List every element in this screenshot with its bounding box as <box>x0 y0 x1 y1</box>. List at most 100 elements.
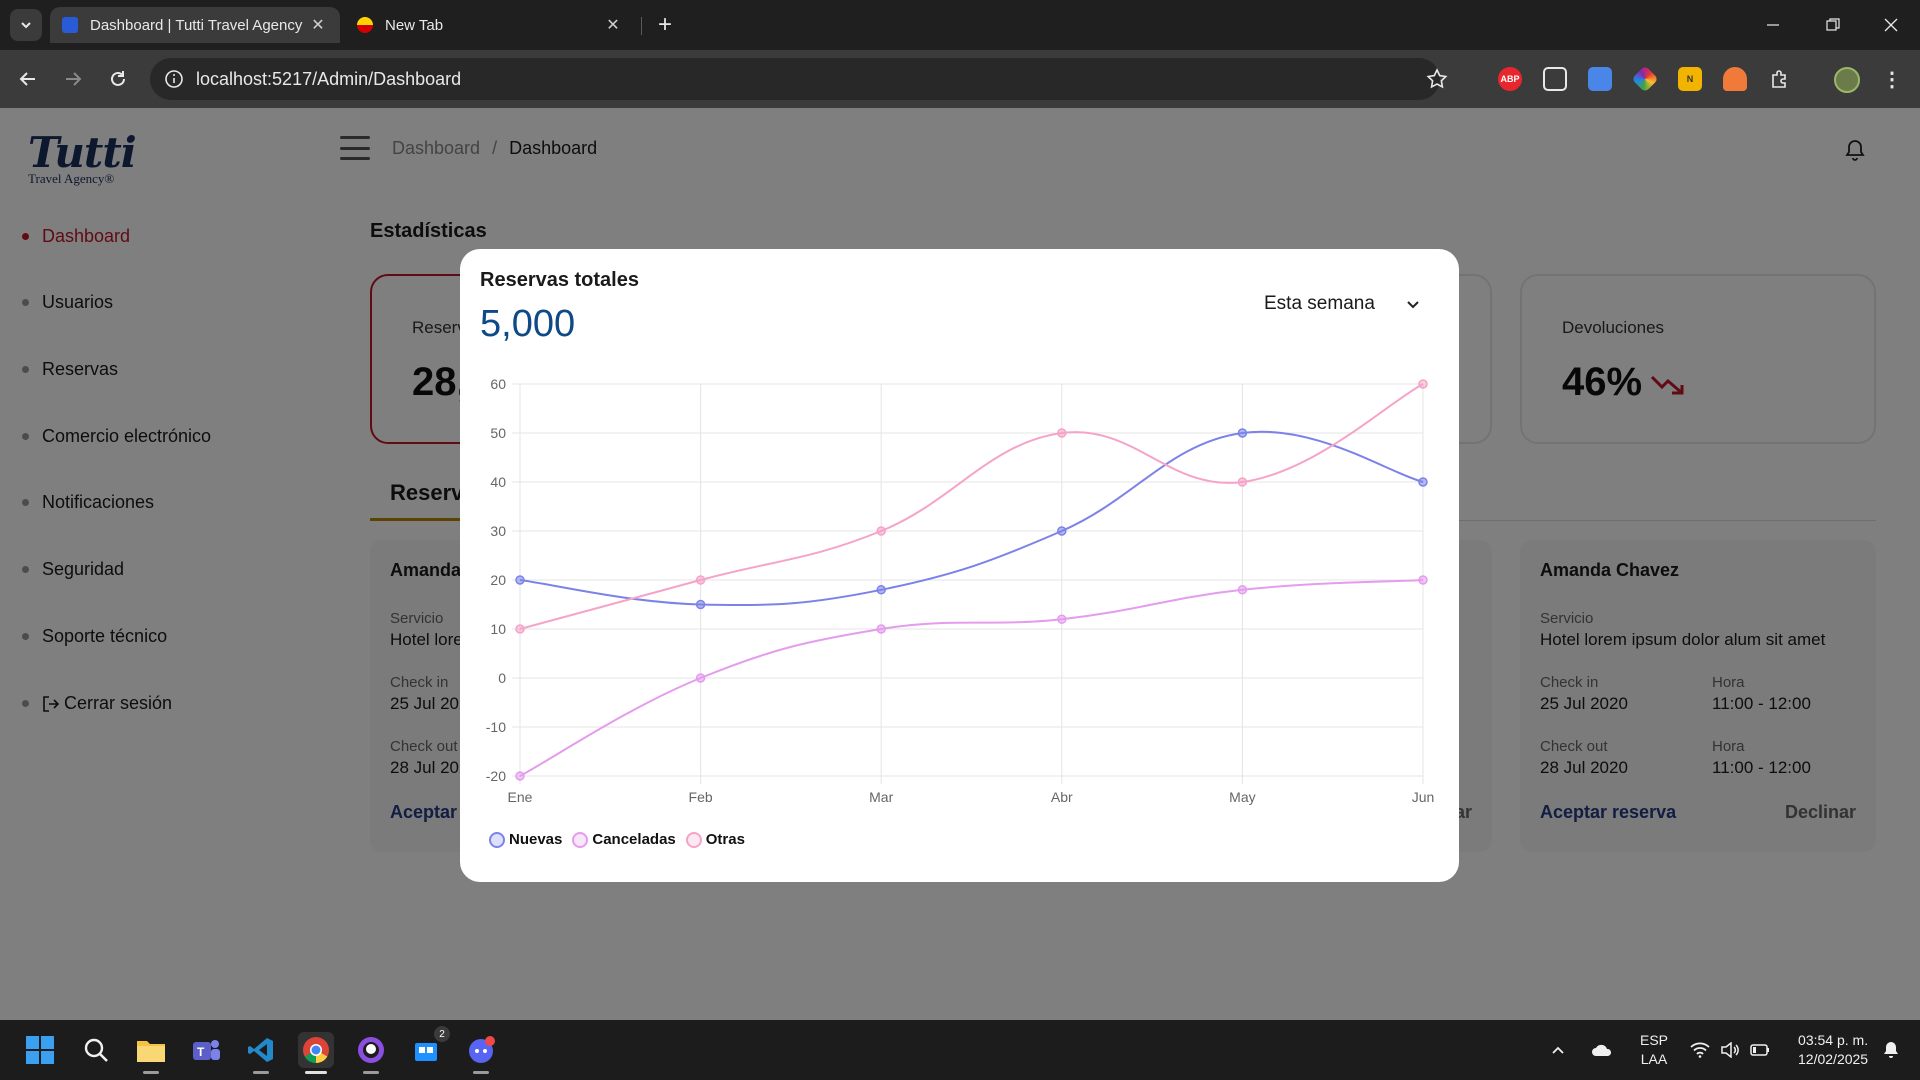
legend-label: Canceladas <box>592 831 676 848</box>
github-icon[interactable] <box>353 1032 389 1074</box>
address-bar[interactable]: localhost:5217/Admin/Dashboard <box>150 58 1448 100</box>
chrome-icon[interactable] <box>298 1032 334 1074</box>
fox-icon[interactable] <box>1723 67 1747 91</box>
browser-menu-icon[interactable]: ⋮ <box>1880 67 1904 91</box>
data-point-otras <box>1057 428 1067 438</box>
dashboard-page: Tutti Travel Agency® Dashboard Usuarios … <box>0 108 1920 1020</box>
data-point-otras <box>876 526 886 536</box>
tab-search-button[interactable] <box>10 9 42 41</box>
tutti-favicon-icon <box>62 17 78 33</box>
legend-swatch <box>572 831 589 848</box>
clock-time: 03:54 p. m. <box>1798 1032 1869 1048</box>
legend-label: Nuevas <box>509 831 563 848</box>
close-tab-icon[interactable]: ✕ <box>308 15 328 35</box>
legend-item-canceladas[interactable]: Canceladas <box>572 831 676 848</box>
forward-button[interactable] <box>59 65 87 93</box>
restore-icon <box>1826 18 1840 31</box>
chevron-down-icon <box>21 22 31 29</box>
bookmark-star-icon[interactable] <box>1426 68 1448 90</box>
data-point-canceladas <box>1057 614 1067 624</box>
legend-swatch <box>685 831 702 848</box>
extensions-puzzle-icon[interactable] <box>1768 67 1792 91</box>
data-point-otras <box>1237 477 1248 487</box>
notifications-bell-icon[interactable] <box>1882 1040 1900 1060</box>
minimize-button[interactable] <box>1744 0 1802 50</box>
y-tick-label: 40 <box>490 474 506 490</box>
windows-start-icon[interactable] <box>22 1032 58 1068</box>
file-explorer-icon[interactable] <box>133 1032 169 1074</box>
close-tab-icon[interactable]: ✕ <box>603 15 623 35</box>
reload-icon <box>111 71 125 86</box>
teams-icon[interactable]: T <box>188 1032 224 1068</box>
adblock-icon[interactable]: ABP <box>1498 67 1522 91</box>
tab-title: New Tab <box>385 16 444 34</box>
restore-button[interactable] <box>1804 0 1862 50</box>
clock-date: 12/02/2025 <box>1798 1051 1869 1067</box>
vscode-icon[interactable] <box>243 1032 279 1074</box>
language-indicator[interactable]: ESP LAA <box>1640 1031 1668 1069</box>
search-icon[interactable] <box>78 1032 114 1068</box>
x-tick-label: May <box>1229 789 1255 805</box>
data-point-canceladas <box>515 771 525 781</box>
color-icon[interactable] <box>1631 65 1659 93</box>
chart-legend: Nuevas Canceladas Otras <box>489 831 755 848</box>
x-tick-label: Jun <box>1412 789 1435 805</box>
x-tick-label: Mar <box>869 789 893 805</box>
data-point-otras <box>695 575 706 585</box>
period-select[interactable]: Esta semana <box>1264 293 1421 315</box>
show-hidden-icons-icon[interactable] <box>1550 1042 1566 1058</box>
browser-tab-bar: Dashboard | Tutti Travel Agency ✕ New Ta… <box>0 0 1920 50</box>
clock[interactable]: 03:54 p. m. 12/02/2025 <box>1798 1031 1868 1069</box>
data-point-otras <box>515 624 525 634</box>
data-point-nuevas <box>1418 477 1428 487</box>
store-icon[interactable]: 2 <box>408 1026 450 1068</box>
legend-item-otras[interactable]: Otras <box>685 831 745 848</box>
volume-icon[interactable] <box>1720 1042 1740 1058</box>
new-tab-button[interactable]: + <box>651 11 679 39</box>
data-point-nuevas <box>1057 526 1067 536</box>
profile-avatar[interactable] <box>1834 67 1860 93</box>
wifi-icon[interactable] <box>1690 1042 1710 1058</box>
period-value: Esta semana <box>1264 293 1375 314</box>
y-tick-label: 20 <box>490 572 506 588</box>
tab-separator <box>641 17 642 35</box>
folder-icon[interactable]: N <box>1678 67 1702 91</box>
data-point-canceladas <box>876 624 886 634</box>
data-point-nuevas <box>515 575 525 585</box>
series-line-nuevas <box>519 430 1424 607</box>
tab-title: Dashboard | Tutti Travel Agency <box>90 16 303 34</box>
keyboard-layout: LAA <box>1640 1051 1668 1067</box>
data-point-nuevas <box>695 599 706 610</box>
y-tick-label: 0 <box>498 670 506 686</box>
back-button[interactable] <box>14 65 42 93</box>
y-tick-label: -20 <box>486 768 506 784</box>
modal-title: Reservas totales <box>480 269 639 291</box>
close-icon <box>1884 18 1898 32</box>
legend-item-nuevas[interactable]: Nuevas <box>489 831 562 848</box>
chevron-down-icon <box>1405 296 1421 312</box>
data-point-canceladas <box>1418 575 1428 585</box>
onedrive-icon[interactable] <box>1590 1042 1614 1058</box>
screen-icon[interactable] <box>1543 67 1567 91</box>
data-point-canceladas <box>1237 585 1248 595</box>
line-chart: 60 50 40 30 20 10 0 -10 -20Ene Feb Mar Abr May Jun <box>486 376 1435 805</box>
battery-icon[interactable] <box>1750 1043 1770 1057</box>
browser-toolbar: localhost:5217/Admin/Dashboard ABP N ⋮ <box>0 50 1920 108</box>
data-point-nuevas <box>1237 428 1248 438</box>
reload-button[interactable] <box>104 65 132 93</box>
language-code: ESP <box>1640 1032 1669 1048</box>
doc-icon[interactable] <box>1588 67 1612 91</box>
system-tray: ESP LAA 03:54 p. m. 12/02/2025 <box>1550 1020 1900 1080</box>
discord-icon[interactable] <box>463 1032 499 1074</box>
y-tick-label: 30 <box>490 523 506 539</box>
site-info-icon[interactable] <box>164 69 184 89</box>
tab-new-tab[interactable]: New Tab ✕ <box>345 7 635 43</box>
data-point-nuevas <box>876 585 886 595</box>
close-window-button[interactable] <box>1862 0 1920 50</box>
y-tick-label: -10 <box>486 719 506 735</box>
new-tab-favicon-icon <box>357 17 373 33</box>
url-text: localhost:5217/Admin/Dashboard <box>196 68 462 89</box>
store-badge: 2 <box>434 1026 450 1042</box>
tab-dashboard[interactable]: Dashboard | Tutti Travel Agency ✕ <box>50 7 340 43</box>
data-point-canceladas <box>695 673 706 683</box>
